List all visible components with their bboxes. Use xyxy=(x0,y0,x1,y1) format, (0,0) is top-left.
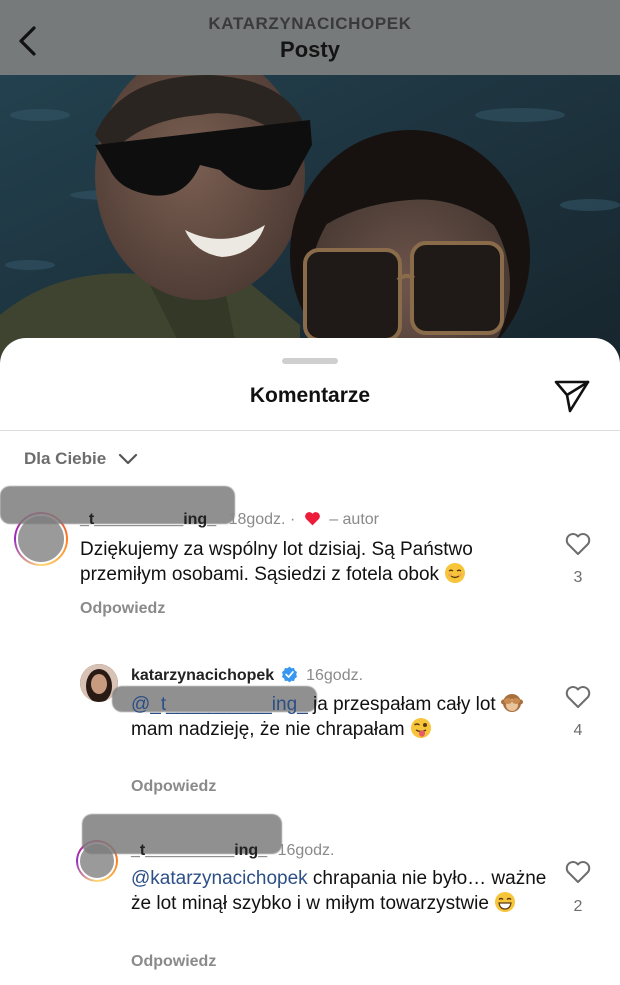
comment-username[interactable]: katarzynacichopek xyxy=(131,667,274,684)
grinning-face-emoji-icon xyxy=(495,892,516,912)
comment-time: 16godz. xyxy=(277,842,335,859)
reply-button[interactable]: Odpowiedz xyxy=(131,953,216,971)
comment-meta: katarzynacichopek 16godz. xyxy=(131,666,363,685)
sort-dropdown[interactable]: Dla Ciebie xyxy=(24,449,138,469)
comment-text-container: Dziękujemy za wspólny lot dzisiaj. Są Pa… xyxy=(80,538,550,587)
comment-item: katarzynacichopek 16godz. @_t__________i… xyxy=(0,650,620,800)
comment-text-container: @_t__________ing_ ja przespałam cały lot… xyxy=(131,692,551,742)
comment-username[interactable]: _t__________ing_ xyxy=(80,511,216,528)
sort-label: Dla Ciebie xyxy=(24,449,107,468)
like-heart-icon[interactable] xyxy=(565,860,591,884)
sheet-title: Komentarze xyxy=(249,384,371,407)
comment-mention[interactable]: @_t__________ing_ xyxy=(131,694,308,715)
comment-mention[interactable]: @katarzynacichopek xyxy=(131,868,308,889)
comment-item: _t__________ing_ 16godz. @katarzynacicho… xyxy=(0,812,620,982)
like-heart-icon[interactable] xyxy=(565,685,591,709)
reply-button[interactable]: Odpowiedz xyxy=(131,778,216,796)
like-count: 3 xyxy=(573,569,583,586)
page-title: Posty xyxy=(280,37,340,62)
comment-meta: _t__________ing_ 16godz. xyxy=(131,842,335,860)
comment-text: Dziękujemy za wspólny lot dzisiaj. Są Pa… xyxy=(80,539,473,585)
sheet-grabber[interactable] xyxy=(282,358,338,364)
winking-face-with-tongue-emoji-icon xyxy=(410,718,431,738)
comment-time: 18godz. xyxy=(228,511,286,528)
comment-text-container: @katarzynacichopek chrapania nie było… w… xyxy=(131,867,551,916)
author-label: – autor xyxy=(329,511,379,528)
comment-text-part2: mam nadzieję, że nie chrapałam xyxy=(131,719,405,740)
sheet-divider xyxy=(0,430,620,431)
comment-time: 16godz. xyxy=(306,667,364,684)
author-liked-heart-icon xyxy=(304,512,320,526)
top-header: KATARZYNACICHOPEK Posty xyxy=(0,0,620,75)
profile-username: KATARZYNACICHOPEK xyxy=(208,14,412,33)
like-heart-icon[interactable] xyxy=(565,532,591,556)
comment-meta: _t__________ing_ 18godz. · – autor xyxy=(80,511,379,528)
post-photo[interactable] xyxy=(0,75,620,365)
like-count: 4 xyxy=(573,722,583,739)
comment-username[interactable]: _t__________ing_ xyxy=(131,842,267,859)
comment-text: ja przespałam cały lot xyxy=(307,694,496,715)
see-no-evil-monkey-emoji-icon xyxy=(500,694,523,712)
comment-item: _t__________ing_ 18godz. · – autor Dzięk… xyxy=(0,480,620,630)
reply-button[interactable]: Odpowiedz xyxy=(80,600,165,618)
relieved-face-emoji-icon xyxy=(445,563,466,583)
verified-badge-icon xyxy=(281,666,297,683)
share-icon[interactable] xyxy=(553,378,591,414)
chevron-down-icon xyxy=(119,453,138,465)
like-count: 2 xyxy=(573,898,583,915)
